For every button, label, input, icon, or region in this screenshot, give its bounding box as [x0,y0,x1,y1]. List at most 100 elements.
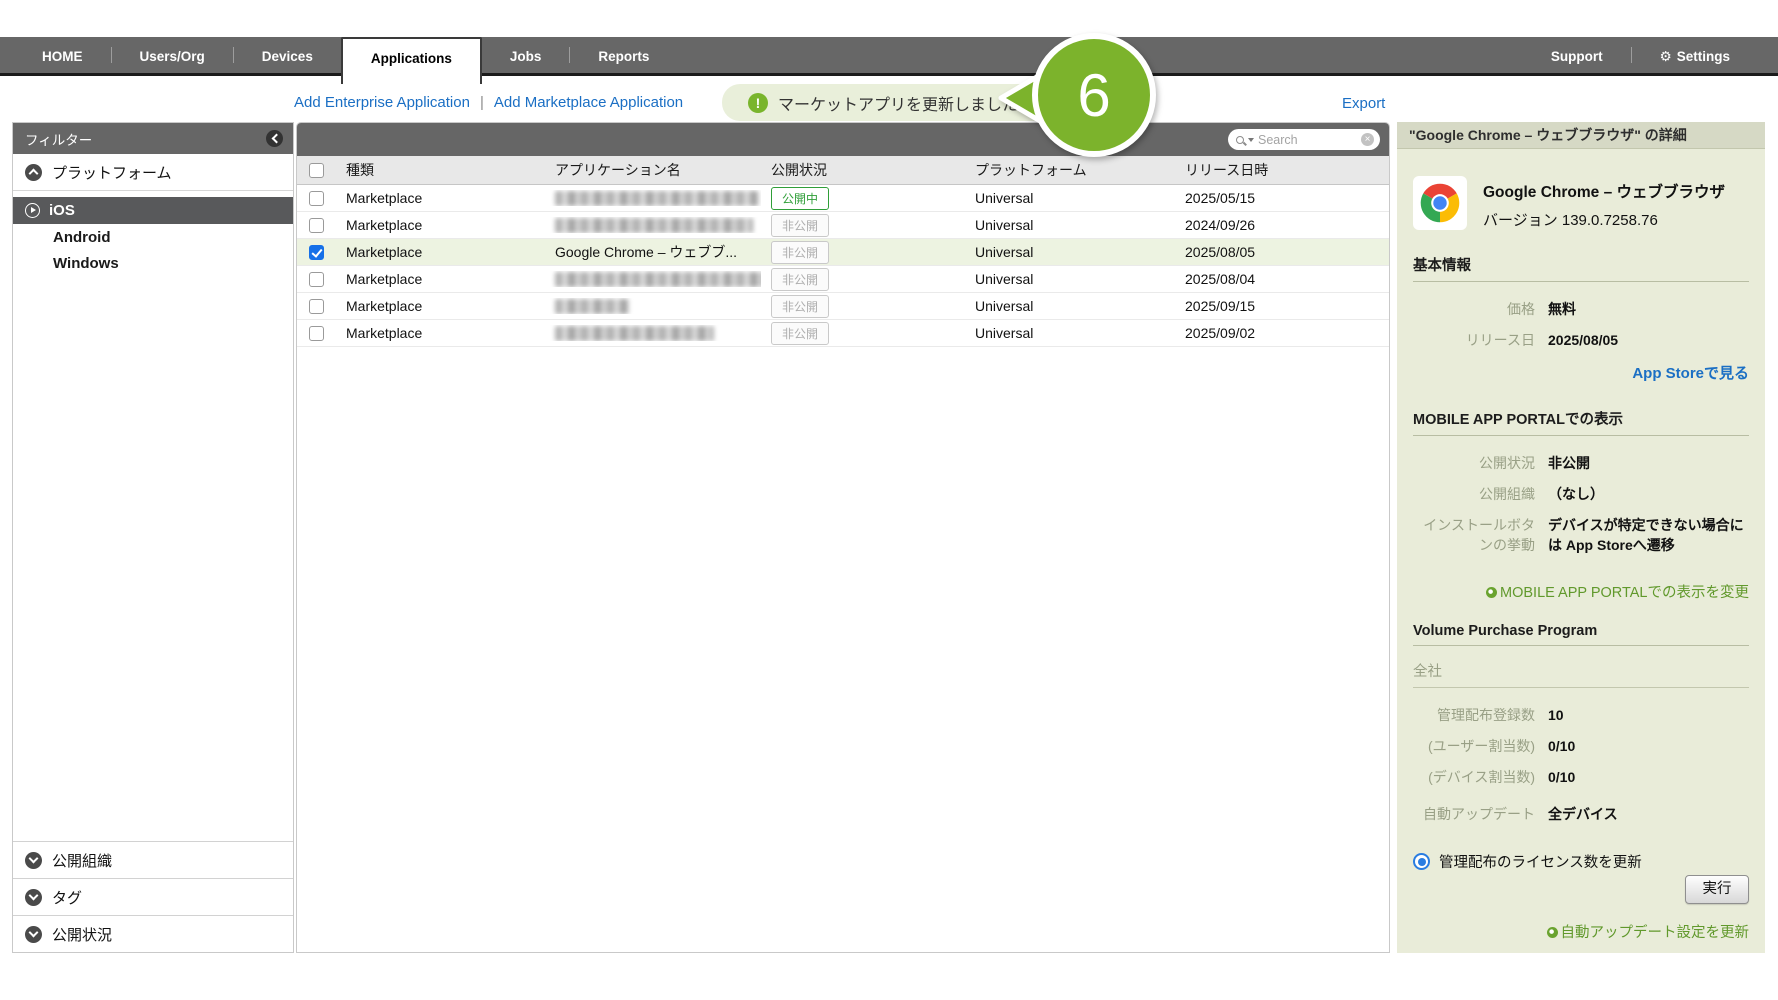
tab-reports[interactable]: Reports [570,37,677,73]
cell-type: Marketplace [346,271,423,287]
cell-app-name [545,298,761,315]
info-row-publish-status: 公開状況 非公開 [1413,453,1749,473]
execute-button[interactable]: 実行 [1685,875,1749,904]
table-row[interactable]: Marketplace 公開中 Universal 2025/05/15 [297,185,1389,212]
cell-app-name [545,325,761,342]
link-label: 自動アップデート設定を更新 [1560,925,1750,941]
filter-header: フィルター [13,123,293,154]
radio-selected[interactable] [1413,853,1430,870]
vpp-scope: 全社 [1413,660,1749,688]
row-checkbox[interactable] [308,298,324,314]
green-bullet-icon [1546,927,1558,938]
change-portal-display-link[interactable]: MOBILE APP PORTALでの表示を変更 [1486,585,1749,601]
row-checkbox[interactable] [308,217,324,233]
cell-released: 2025/08/04 [1185,271,1256,287]
info-label: インストールボタンの挙動 [1423,517,1535,553]
info-row-user-assigned: (ユーザー割当数) 0/10 [1413,736,1749,756]
cell-app-name [545,271,761,288]
links-separator: | [479,94,484,111]
gear-icon: ⚙ [1659,49,1672,65]
info-row-publish-org: 公開組織 （なし） [1413,484,1749,504]
support-link[interactable]: Support [1523,37,1631,73]
filter-section-tags[interactable]: タグ [13,878,293,915]
annotation-number: 6 [1077,62,1110,129]
chevron-down-icon [25,925,42,943]
clear-search-icon[interactable]: × [1361,133,1374,146]
app-store-link-row: App Storeで見る [1413,362,1749,383]
info-value: デバイスが特定できない場合には App Storeへ遷移 [1548,517,1744,553]
top-navigation: HOME Users/Org Devices Applications Jobs… [0,37,1778,84]
column-header-released[interactable]: リリース日時 [1175,160,1389,180]
filter-section-publish-status[interactable]: 公開状況 [13,915,293,952]
table-row[interactable]: Marketplace 非公開 Universal 2024/09/26 [297,212,1389,239]
status-badge: 非公開 [771,213,829,237]
select-all-checkbox[interactable] [308,162,324,178]
column-header-app-name[interactable]: アプリケーション名 [545,160,761,180]
cell-platform: Universal [975,298,1034,314]
tab-devices[interactable]: Devices [234,37,341,73]
collapse-sidebar-icon[interactable] [266,130,283,147]
app-identity: Google Chrome – ウェブブラウザ バージョン 139.0.7258… [1413,176,1749,230]
redacted-app-name [555,272,761,288]
sidebar-item-android[interactable]: Android [13,224,293,250]
tab-home[interactable]: HOME [14,37,111,73]
row-checkbox[interactable] [308,325,324,341]
cell-type: Marketplace [346,190,423,206]
filter-title: フィルター [25,132,93,148]
add-enterprise-application-link[interactable]: Add Enterprise Application [294,94,470,111]
settings-link[interactable]: ⚙ Settings [1632,37,1758,73]
cell-released: 2025/09/15 [1185,298,1256,314]
search-scope-caret-icon[interactable] [1248,137,1254,142]
info-row-device-assigned: (デバイス割当数) 0/10 [1413,767,1749,787]
cell-platform: Universal [975,271,1034,287]
filter-section-publish-org[interactable]: 公開組織 [13,841,293,878]
column-header-type[interactable]: 種類 [335,160,545,180]
sidebar-item-ios[interactable]: iOS [13,197,293,224]
app-version: バージョン 139.0.7258.76 [1483,212,1658,229]
search-input[interactable] [1258,132,1361,147]
application-list-panel: × 種類 アプリケーション名 公開状況 プラットフォーム リリース日時 Mark… [296,122,1390,953]
add-marketplace-application-link[interactable]: Add Marketplace Application [494,94,683,111]
app-icon-frame [1413,176,1467,230]
section-mobile-app-portal: MOBILE APP PORTALでの表示 [1413,408,1749,436]
cell-app-name [545,190,761,207]
status-badge: 非公開 [771,294,829,318]
cell-app-name [545,217,761,234]
redacted-app-name [555,218,753,234]
filter-section-platform[interactable]: プラットフォーム [13,154,293,191]
table-header-row: 種類 アプリケーション名 公開状況 プラットフォーム リリース日時 [297,156,1389,185]
row-checkbox-checked[interactable] [308,244,324,260]
table-row[interactable]: Marketplace 非公開 Universal 2025/09/15 [297,293,1389,320]
table-row-selected[interactable]: Marketplace Google Chrome – ウェブブ... 非公開 … [297,239,1389,266]
status-badge: 非公開 [771,267,829,291]
cell-type: Marketplace [346,244,423,260]
cell-released: 2025/08/05 [1185,244,1256,260]
row-checkbox[interactable] [308,271,324,287]
search-box[interactable]: × [1228,129,1380,150]
status-badge: 非公開 [771,321,829,345]
export-link[interactable]: Export [1342,95,1385,112]
table-row[interactable]: Marketplace 非公開 Universal 2025/09/02 [297,320,1389,347]
section-basic-info: 基本情報 [1413,254,1749,282]
info-row-install-behavior: インストールボタンの挙動 デバイスが特定できない場合には App Storeへ遷… [1413,515,1749,555]
cell-released: 2025/05/15 [1185,190,1256,206]
info-label: 自動アップデート [1423,806,1535,822]
info-value: 0/10 [1548,769,1576,785]
info-row-managed-licenses: 管理配布登録数 10 [1413,705,1749,725]
sidebar-item-windows[interactable]: Windows [13,250,293,276]
row-checkbox[interactable] [308,190,324,206]
details-title: "Google Chrome – ウェブブラウザ" の詳細 [1397,122,1765,149]
info-value: 非公開 [1548,455,1590,471]
view-in-app-store-link[interactable]: App Storeで見る [1632,365,1749,382]
tab-users-org[interactable]: Users/Org [112,37,233,73]
column-header-status[interactable]: 公開状況 [761,160,965,180]
radio-label: 管理配布のライセンス数を更新 [1439,855,1642,871]
update-auto-update-settings-link[interactable]: 自動アップデート設定を更新 [1546,925,1750,941]
tab-jobs[interactable]: Jobs [482,37,570,73]
info-value: 全デバイス [1548,806,1618,822]
tab-applications[interactable]: Applications [340,37,482,84]
section-label: プラットフォーム [52,164,172,182]
table-row[interactable]: Marketplace 非公開 Universal 2025/08/04 [297,266,1389,293]
info-value: 無料 [1548,301,1576,317]
section-label: 公開状況 [52,926,113,944]
